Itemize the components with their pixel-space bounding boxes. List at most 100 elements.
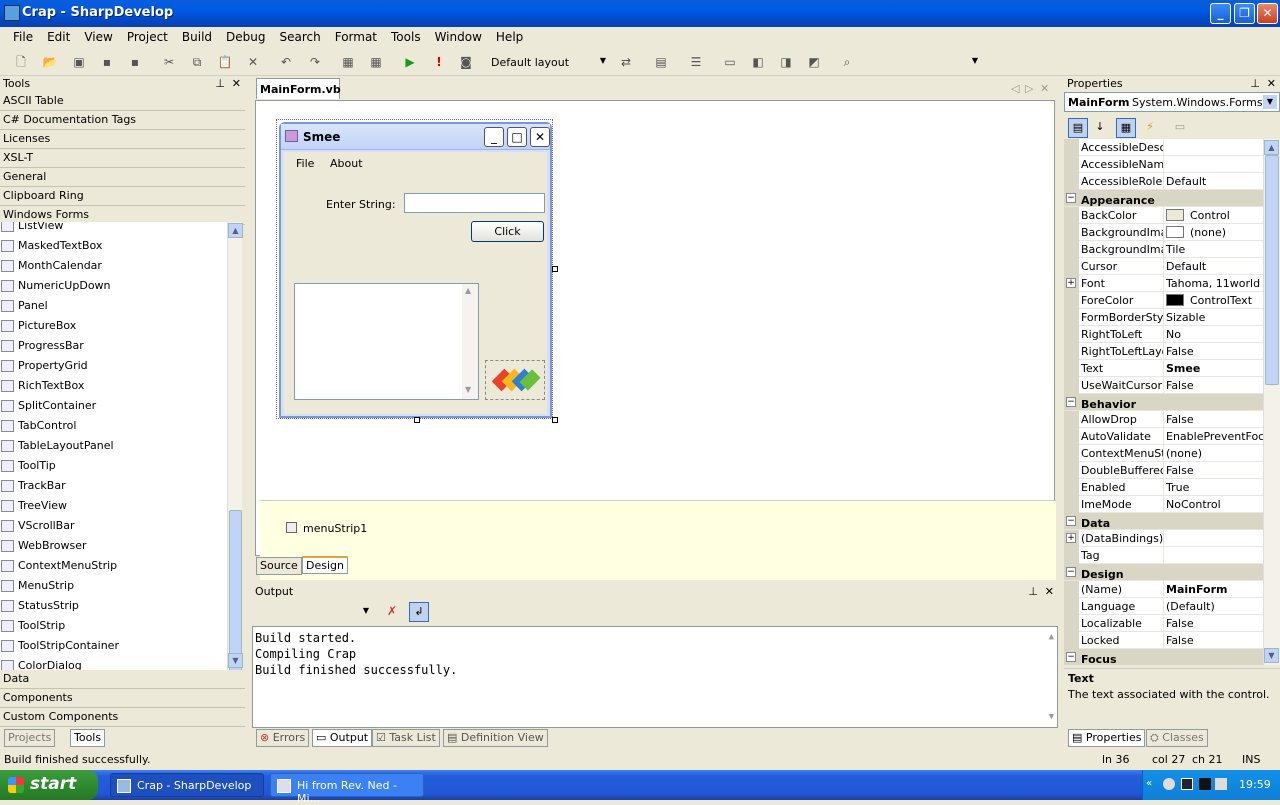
property-value[interactable] xyxy=(1163,156,1263,173)
task-sharpdevelop[interactable]: Crap - SharpDevelop xyxy=(110,773,264,797)
property-value[interactable]: Smee xyxy=(1163,360,1263,377)
tab-right-icon[interactable]: ▷ xyxy=(1025,82,1033,95)
property-row[interactable]: UseWaitCursor False xyxy=(1064,377,1263,394)
property-value[interactable]: True xyxy=(1163,479,1263,496)
pin-icon[interactable]: ⊥ xyxy=(1250,76,1260,92)
chevron-down-icon[interactable]: ▼ xyxy=(1263,95,1277,109)
form-selection[interactable]: Smee _ □ ✕ File About Enter String: Clic… xyxy=(276,119,558,423)
property-value[interactable]: EnablePreventFocus xyxy=(1163,428,1263,445)
output-text[interactable]: Build started. Compiling Crap Build fini… xyxy=(252,626,1058,728)
form-minimize-button[interactable]: _ xyxy=(484,127,504,147)
tray-expand-icon[interactable]: « xyxy=(1146,778,1152,789)
tab-definition-view[interactable]: ▤ Definition View xyxy=(443,729,548,747)
run-icon[interactable]: ▶ xyxy=(401,53,419,71)
menustrip-component[interactable]: menuStrip1 xyxy=(303,522,367,535)
scroll-up-icon[interactable]: ▲ xyxy=(1264,140,1279,155)
close-button[interactable]: ✕ xyxy=(1257,3,1278,24)
tool-item[interactable]: VScrollBar xyxy=(0,516,227,536)
property-value[interactable]: False xyxy=(1163,615,1263,632)
property-row[interactable]: AllowDrop False xyxy=(1064,411,1263,428)
tool-item[interactable]: ListView xyxy=(0,222,227,236)
tab-source[interactable]: Source xyxy=(256,557,302,575)
menu-format[interactable]: Format xyxy=(328,27,384,49)
cut-icon[interactable]: ✂ xyxy=(160,53,178,71)
property-row[interactable]: FormBorderStyleSizable xyxy=(1064,309,1263,326)
rebuild-icon[interactable]: ▦ xyxy=(367,53,385,71)
save-all-icon[interactable]: ▪ xyxy=(126,53,144,71)
property-value[interactable]: Control xyxy=(1163,207,1263,224)
collapse-icon[interactable]: − xyxy=(1066,652,1076,662)
events-icon[interactable]: ⚡ xyxy=(1140,118,1160,138)
property-value[interactable]: Sizable xyxy=(1163,309,1263,326)
tool-item[interactable]: WebBrowser xyxy=(0,536,227,556)
property-row[interactable]: AutoValidate EnablePreventFocus xyxy=(1064,428,1263,445)
output-textbox[interactable]: ▲ ▼ xyxy=(294,283,479,400)
expand-icon[interactable]: + xyxy=(1066,278,1076,288)
tool-category[interactable]: XSL-T xyxy=(0,149,245,168)
design-surface[interactable]: Smee _ □ ✕ File About Enter String: Clic… xyxy=(255,100,1056,580)
menu-build[interactable]: Build xyxy=(175,27,219,49)
property-value[interactable]: Tahoma, 11world xyxy=(1163,275,1263,292)
property-row[interactable]: + Font Tahoma, 11world xyxy=(1064,275,1263,292)
tab-errors[interactable]: ⊗ Errors xyxy=(256,729,310,747)
find-icon[interactable]: ⌕ xyxy=(838,53,856,71)
alphabetical-icon[interactable]: ↓ xyxy=(1090,118,1110,138)
new-file-icon[interactable]: 🗋 xyxy=(12,53,30,71)
start-button[interactable]: start xyxy=(0,770,98,800)
tool-item[interactable]: PropertyGrid xyxy=(0,356,227,376)
title-bar[interactable]: Crap - SharpDevelop _ ❐ ✕ xyxy=(0,0,1280,27)
word-wrap-icon[interactable]: ↲ xyxy=(409,602,429,622)
paste-icon[interactable]: 📋 xyxy=(216,53,234,71)
property-row[interactable]: BackgroundImag (none) xyxy=(1064,224,1263,241)
property-row[interactable]: Cursor Default xyxy=(1064,258,1263,275)
form-menu-about[interactable]: About xyxy=(330,157,363,170)
property-row[interactable]: Text Smee xyxy=(1064,360,1263,377)
scroll-up-icon[interactable]: ▲ xyxy=(1049,629,1054,645)
output-category-combo[interactable]: ▼ xyxy=(252,602,373,622)
delete-icon[interactable]: ✕ xyxy=(244,53,262,71)
property-row[interactable]: DoubleBuffered False xyxy=(1064,462,1263,479)
tool-item[interactable]: MenuStrip xyxy=(0,576,227,596)
tool-item[interactable]: SplitContainer xyxy=(0,396,227,416)
task-browser[interactable]: Hi from Rev. Ned - Mi... xyxy=(270,773,424,805)
property-value[interactable]: False xyxy=(1163,377,1263,394)
menu-search[interactable]: Search xyxy=(272,27,327,49)
property-value[interactable] xyxy=(1163,139,1263,156)
bookmark-clear-icon[interactable]: ◩ xyxy=(805,53,823,71)
tab-output[interactable]: ▭ Output xyxy=(312,729,373,747)
collapse-icon[interactable]: − xyxy=(1066,397,1076,407)
bookmark-toggle-icon[interactable]: ▭ xyxy=(721,53,739,71)
property-row[interactable]: RightToLeft No xyxy=(1064,326,1263,343)
property-value[interactable]: Default xyxy=(1163,173,1263,190)
tool-list-scrollbar[interactable]: ▲ ▼ xyxy=(227,222,243,686)
volume-icon[interactable] xyxy=(1215,778,1227,790)
textbox-scrollbar[interactable]: ▲ ▼ xyxy=(462,284,478,399)
property-value[interactable]: MainForm xyxy=(1163,581,1263,598)
tray-icon[interactable] xyxy=(1181,778,1193,790)
tool-item[interactable]: MaskedTextBox xyxy=(0,236,227,256)
property-row[interactable]: Locked False xyxy=(1064,632,1263,649)
property-row[interactable]: Enabled True xyxy=(1064,479,1263,496)
enter-string-input[interactable] xyxy=(404,193,545,213)
tool-category[interactable]: Clipboard Ring xyxy=(0,187,245,206)
scroll-down-icon[interactable]: ▼ xyxy=(228,653,243,668)
pin-icon[interactable]: ⊥ xyxy=(1028,584,1038,600)
tool-category[interactable]: Components xyxy=(0,689,245,708)
resize-handle[interactable] xyxy=(552,417,558,423)
tool-item[interactable]: TabControl xyxy=(0,416,227,436)
tool-category[interactable]: Data xyxy=(0,670,245,689)
form-title-bar[interactable]: Smee _ □ ✕ xyxy=(281,124,550,150)
close-icon[interactable]: ✕ xyxy=(232,76,241,92)
tab-close-icon[interactable]: ✕ xyxy=(1040,82,1049,95)
form-close-button[interactable]: ✕ xyxy=(530,127,550,147)
property-category[interactable]: − Focus xyxy=(1064,649,1263,665)
maximize-button[interactable]: ❐ xyxy=(1234,3,1255,24)
indent-icon[interactable]: ☰ xyxy=(687,53,705,71)
property-value[interactable] xyxy=(1163,547,1263,564)
property-value[interactable]: ControlText xyxy=(1163,292,1263,309)
tool-item[interactable]: StatusStrip xyxy=(0,596,227,616)
copy-icon[interactable]: ⧉ xyxy=(188,53,206,71)
menu-file[interactable]: File xyxy=(6,27,40,49)
property-row[interactable]: AccessibleDescri xyxy=(1064,139,1263,156)
expand-icon[interactable]: + xyxy=(1066,533,1076,543)
